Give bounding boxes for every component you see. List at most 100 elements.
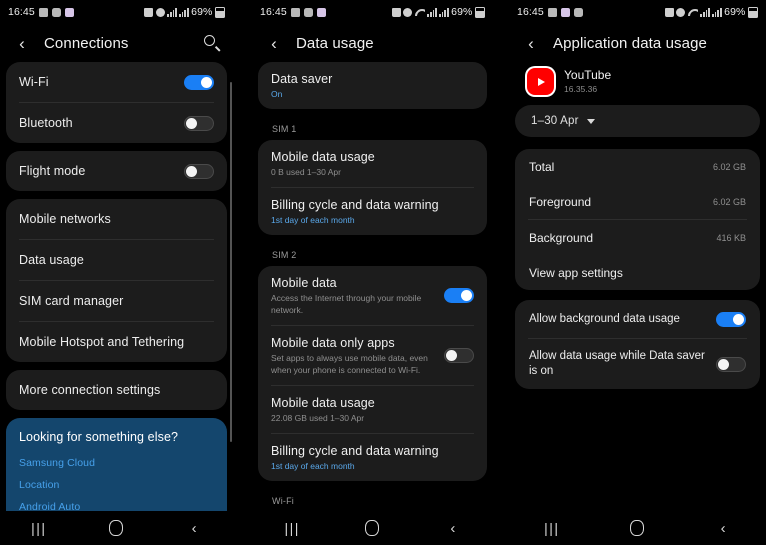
row-sim2-mobile-data-only-apps[interactable]: Mobile data only apps Set apps to always… [258, 326, 487, 385]
row-allow-data-while-saver[interactable]: Allow data usage while Data saver is on [515, 339, 760, 389]
status-bar-right: 69% [391, 6, 485, 18]
sim-signal-icon [179, 7, 189, 17]
row-sim2-billing-cycle[interactable]: Billing cycle and data warning 1st day o… [258, 434, 487, 481]
wifi-icon [688, 8, 698, 16]
status-bar-right: 69% [664, 6, 758, 18]
recents-button[interactable]: ||| [272, 517, 312, 539]
section-label-sim2: SIM 2 [272, 250, 297, 260]
home-icon [365, 520, 380, 536]
phone-screen-application-data-usage: 16:45 69% ‹ Application data usage YouTu… [509, 0, 766, 545]
panel-gap [493, 0, 509, 545]
row-sim2-mobile-data-label: Mobile data [271, 276, 337, 290]
row-sim2-billing-cycle-label: Billing cycle and data warning [271, 444, 439, 458]
row-sim1-mobile-data-usage-label: Mobile data usage [271, 150, 375, 164]
status-bar: 16:45 69% [0, 0, 233, 24]
row-sim1-mobile-data-usage[interactable]: Mobile data usage 0 B used 1–30 Apr [258, 140, 487, 187]
toggle-wifi[interactable] [184, 74, 214, 90]
stat-row-foreground-key: Foreground [529, 194, 592, 209]
back-arrow-icon[interactable]: ‹ [264, 33, 284, 53]
permissions-card: Allow background data usage Allow data u… [515, 300, 760, 389]
app-bar: ‹ Application data usage [509, 24, 766, 62]
suggestion-card: Looking for something else? Samsung Clou… [6, 418, 227, 511]
pinterest-icon [560, 7, 570, 17]
app-version: 16.35.36 [564, 84, 598, 94]
pinterest-icon [64, 7, 74, 17]
suggestion-link-location[interactable]: Location [6, 474, 227, 496]
sim-signal-icon [712, 7, 722, 17]
more-settings-card: More connection settings [6, 370, 227, 410]
app-bar: ‹ Connections [0, 24, 233, 62]
row-allow-background-data[interactable]: Allow background data usage [515, 300, 760, 338]
row-sim1-billing-cycle-sub: 1st day of each month [271, 215, 355, 225]
row-data-saver[interactable]: Data saver On [258, 62, 487, 109]
period-dropdown[interactable]: 1–30 Apr [515, 105, 760, 137]
home-button[interactable] [96, 517, 136, 539]
toggle-mobile-data[interactable] [444, 288, 474, 303]
toggle-flight-mode[interactable] [184, 163, 214, 179]
youtube-icon [527, 68, 554, 95]
back-arrow-icon[interactable]: ‹ [521, 33, 541, 53]
row-wifi[interactable]: Wi-Fi [6, 62, 227, 102]
status-time: 16:45 [8, 6, 35, 18]
data-usage-list: Data saver On SIM 1 Mobile data usage 0 … [252, 62, 493, 511]
row-wifi-label: Wi-Fi [19, 75, 49, 89]
back-button[interactable]: ‹ [433, 517, 473, 539]
row-more-connection-settings[interactable]: More connection settings [6, 370, 227, 410]
toggle-bluetooth[interactable] [184, 115, 214, 131]
recents-button[interactable]: ||| [532, 517, 572, 539]
toggle-allow-background-data[interactable] [716, 311, 746, 327]
row-mobile-networks[interactable]: Mobile networks [6, 199, 227, 239]
row-data-usage[interactable]: Data usage [6, 240, 227, 280]
app-meta: YouTube 16.35.36 [564, 68, 611, 95]
alarm-icon [676, 7, 686, 17]
signal-icon [167, 7, 177, 17]
row-sim2-mobile-data-usage-sub: 22.08 GB used 1–30 Apr [271, 413, 365, 423]
status-bar: 16:45 69% [509, 0, 766, 24]
suggestion-link-samsung-cloud[interactable]: Samsung Cloud [6, 452, 227, 474]
row-view-app-settings[interactable]: View app settings [515, 255, 760, 290]
panel-gap [233, 0, 252, 545]
stat-row-background[interactable]: Background 416 KB [515, 220, 760, 255]
page-title: Data usage [296, 34, 374, 52]
stat-row-total[interactable]: Total 6.02 GB [515, 149, 760, 184]
stat-row-background-value: 416 KB [716, 232, 746, 243]
lock-icon [664, 7, 674, 17]
toggle-allow-data-while-saver[interactable] [716, 356, 746, 372]
recents-button[interactable]: ||| [19, 517, 59, 539]
row-sim-card-manager[interactable]: SIM card manager [6, 281, 227, 321]
stat-row-total-value: 6.02 GB [712, 161, 746, 172]
back-arrow-icon[interactable]: ‹ [12, 33, 32, 53]
flight-mode-card: Flight mode [6, 151, 227, 191]
stat-row-foreground[interactable]: Foreground 6.02 GB [515, 184, 760, 219]
row-bluetooth-label: Bluetooth [19, 116, 73, 130]
three-phone-screenshots: 16:45 69% ‹ Connections Wi-Fi Bluetooth … [0, 0, 766, 545]
row-bluetooth[interactable]: Bluetooth [6, 103, 227, 143]
toggle-mobile-data-only-apps[interactable] [444, 348, 474, 363]
row-mobile-hotspot[interactable]: Mobile Hotspot and Tethering [6, 322, 227, 362]
signal-icon [427, 7, 437, 17]
row-sim2-mobile-data-only-apps-label: Mobile data only apps [271, 336, 395, 350]
row-mobile-hotspot-label: Mobile Hotspot and Tethering [19, 335, 185, 349]
back-button[interactable]: ‹ [703, 517, 743, 539]
scrollbar[interactable] [229, 82, 232, 442]
search-icon[interactable] [203, 34, 221, 52]
row-data-usage-label: Data usage [19, 253, 84, 267]
row-sim2-mobile-data-usage[interactable]: Mobile data usage 22.08 GB used 1–30 Apr [258, 386, 487, 433]
home-icon [109, 520, 124, 536]
home-button[interactable] [617, 517, 657, 539]
battery-percent: 69% [724, 6, 746, 18]
status-time: 16:45 [517, 6, 544, 18]
home-button[interactable] [352, 517, 392, 539]
back-button[interactable]: ‹ [174, 517, 214, 539]
row-sim2-mobile-data[interactable]: Mobile data Access the Internet through … [258, 266, 487, 325]
battery-icon [748, 6, 758, 18]
data-saver-card: Data saver On [258, 62, 487, 109]
lock-icon [391, 7, 401, 17]
wifi-icon [415, 8, 425, 16]
app-header: YouTube 16.35.36 [515, 62, 760, 105]
usage-stats-card: Total 6.02 GB Foreground 6.02 GB Backgro… [515, 149, 760, 290]
row-flight-mode[interactable]: Flight mode [6, 151, 227, 191]
instagram-icon [573, 7, 583, 17]
suggestion-link-android-auto[interactable]: Android Auto [6, 496, 227, 511]
row-sim1-billing-cycle[interactable]: Billing cycle and data warning 1st day o… [258, 188, 487, 235]
